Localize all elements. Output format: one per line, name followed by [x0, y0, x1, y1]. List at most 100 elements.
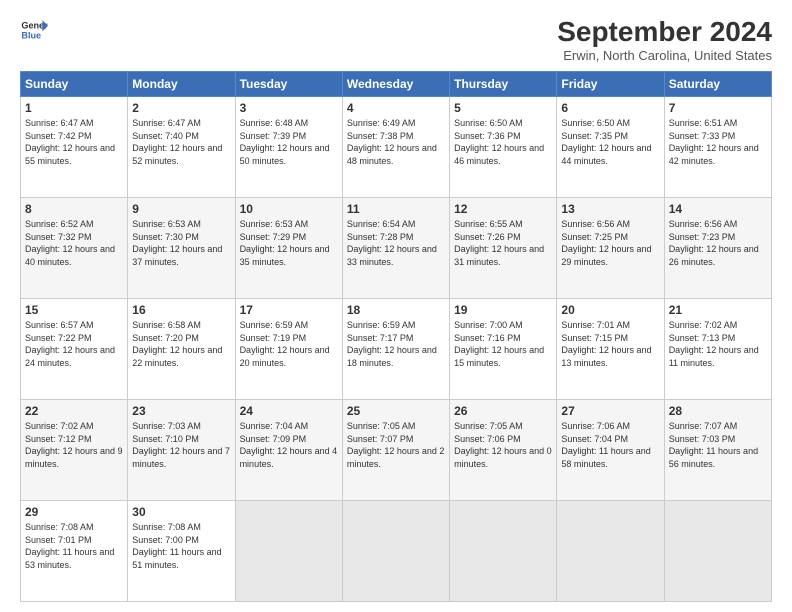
col-saturday: Saturday	[664, 72, 771, 97]
day-info: Sunrise: 6:50 AMSunset: 7:35 PMDaylight:…	[561, 117, 659, 167]
calendar-week-row: 8Sunrise: 6:52 AMSunset: 7:32 PMDaylight…	[21, 198, 772, 299]
day-info: Sunrise: 7:03 AMSunset: 7:10 PMDaylight:…	[132, 420, 230, 470]
day-info: Sunrise: 7:02 AMSunset: 7:13 PMDaylight:…	[669, 319, 767, 369]
day-info: Sunrise: 6:55 AMSunset: 7:26 PMDaylight:…	[454, 218, 552, 268]
day-number: 29	[25, 505, 123, 519]
day-info: Sunrise: 7:01 AMSunset: 7:15 PMDaylight:…	[561, 319, 659, 369]
day-number: 30	[132, 505, 230, 519]
table-row: 9Sunrise: 6:53 AMSunset: 7:30 PMDaylight…	[128, 198, 235, 299]
day-number: 27	[561, 404, 659, 418]
col-tuesday: Tuesday	[235, 72, 342, 97]
table-row: 29 Sunrise: 7:08 AMSunset: 7:01 PMDayligh…	[21, 501, 128, 602]
table-row: 21 Sunrise: 7:02 AMSunset: 7:13 PMDayligh…	[664, 299, 771, 400]
col-friday: Friday	[557, 72, 664, 97]
day-info: Sunrise: 7:07 AMSunset: 7:03 PMDaylight:…	[669, 420, 767, 470]
day-info: Sunrise: 6:56 AMSunset: 7:23 PMDaylight:…	[669, 218, 767, 268]
day-info: Sunrise: 6:53 AMSunset: 7:29 PMDaylight:…	[240, 218, 338, 268]
calendar-header-row: Sunday Monday Tuesday Wednesday Thursday…	[21, 72, 772, 97]
table-row: 2 Sunrise: 6:47 AMSunset: 7:40 PMDaylight…	[128, 97, 235, 198]
day-number: 5	[454, 101, 552, 115]
table-row: 13 Sunrise: 6:56 AMSunset: 7:25 PMDayligh…	[557, 198, 664, 299]
calendar-week-row: 15 Sunrise: 6:57 AMSunset: 7:22 PMDayligh…	[21, 299, 772, 400]
table-row	[450, 501, 557, 602]
table-row	[664, 501, 771, 602]
day-info: Sunrise: 6:51 AMSunset: 7:33 PMDaylight:…	[669, 117, 767, 167]
day-number: 26	[454, 404, 552, 418]
day-info: Sunrise: 6:57 AMSunset: 7:22 PMDaylight:…	[25, 319, 123, 369]
day-info: Sunrise: 6:58 AMSunset: 7:20 PMDaylight:…	[132, 319, 230, 369]
table-row: 17Sunrise: 6:59 AMSunset: 7:19 PMDayligh…	[235, 299, 342, 400]
col-wednesday: Wednesday	[342, 72, 449, 97]
day-number: 28	[669, 404, 767, 418]
day-number: 10	[240, 202, 338, 216]
day-number: 6	[561, 101, 659, 115]
day-number: 21	[669, 303, 767, 317]
table-row: 5 Sunrise: 6:50 AMSunset: 7:36 PMDaylight…	[450, 97, 557, 198]
day-info: Sunrise: 6:54 AMSunset: 7:28 PMDaylight:…	[347, 218, 445, 268]
day-info: Sunrise: 6:59 AMSunset: 7:19 PMDaylight:…	[240, 319, 338, 369]
day-info: Sunrise: 7:05 AMSunset: 7:06 PMDaylight:…	[454, 420, 552, 470]
day-info: Sunrise: 6:50 AMSunset: 7:36 PMDaylight:…	[454, 117, 552, 167]
calendar: Sunday Monday Tuesday Wednesday Thursday…	[20, 71, 772, 602]
day-info: Sunrise: 6:48 AMSunset: 7:39 PMDaylight:…	[240, 117, 338, 167]
table-row	[235, 501, 342, 602]
day-info: Sunrise: 6:47 AMSunset: 7:42 PMDaylight:…	[25, 117, 123, 167]
col-sunday: Sunday	[21, 72, 128, 97]
day-number: 19	[454, 303, 552, 317]
day-info: Sunrise: 6:49 AMSunset: 7:38 PMDaylight:…	[347, 117, 445, 167]
page: General Blue September 2024 Erwin, North…	[0, 0, 792, 612]
day-number: 24	[240, 404, 338, 418]
table-row: 15 Sunrise: 6:57 AMSunset: 7:22 PMDayligh…	[21, 299, 128, 400]
day-info: Sunrise: 6:47 AMSunset: 7:40 PMDaylight:…	[132, 117, 230, 167]
table-row: 6 Sunrise: 6:50 AMSunset: 7:35 PMDaylight…	[557, 97, 664, 198]
day-number: 1	[25, 101, 123, 115]
day-info: Sunrise: 7:06 AMSunset: 7:04 PMDaylight:…	[561, 420, 659, 470]
day-number: 12	[454, 202, 552, 216]
table-row: 1 Sunrise: 6:47 AMSunset: 7:42 PMDaylight…	[21, 97, 128, 198]
day-number: 22	[25, 404, 123, 418]
day-number: 3	[240, 101, 338, 115]
day-info: Sunrise: 7:04 AMSunset: 7:09 PMDaylight:…	[240, 420, 338, 470]
svg-text:Blue: Blue	[21, 30, 41, 40]
table-row: 26 Sunrise: 7:05 AMSunset: 7:06 PMDayligh…	[450, 400, 557, 501]
table-row: 24 Sunrise: 7:04 AMSunset: 7:09 PMDayligh…	[235, 400, 342, 501]
logo: General Blue	[20, 16, 48, 44]
calendar-week-row: 1 Sunrise: 6:47 AMSunset: 7:42 PMDaylight…	[21, 97, 772, 198]
table-row: 14Sunrise: 6:56 AMSunset: 7:23 PMDayligh…	[664, 198, 771, 299]
location: Erwin, North Carolina, United States	[557, 48, 772, 63]
calendar-week-row: 22 Sunrise: 7:02 AMSunset: 7:12 PMDayligh…	[21, 400, 772, 501]
day-info: Sunrise: 6:56 AMSunset: 7:25 PMDaylight:…	[561, 218, 659, 268]
day-number: 25	[347, 404, 445, 418]
day-number: 7	[669, 101, 767, 115]
table-row: 16 Sunrise: 6:58 AMSunset: 7:20 PMDayligh…	[128, 299, 235, 400]
table-row	[557, 501, 664, 602]
day-number: 18	[347, 303, 445, 317]
day-info: Sunrise: 6:59 AMSunset: 7:17 PMDaylight:…	[347, 319, 445, 369]
table-row: 7 Sunrise: 6:51 AMSunset: 7:33 PMDaylight…	[664, 97, 771, 198]
calendar-week-row: 29 Sunrise: 7:08 AMSunset: 7:01 PMDayligh…	[21, 501, 772, 602]
table-row: 27 Sunrise: 7:06 AMSunset: 7:04 PMDayligh…	[557, 400, 664, 501]
col-thursday: Thursday	[450, 72, 557, 97]
table-row: 11 Sunrise: 6:54 AMSunset: 7:28 PMDayligh…	[342, 198, 449, 299]
day-number: 16	[132, 303, 230, 317]
table-row: 19Sunrise: 7:00 AMSunset: 7:16 PMDayligh…	[450, 299, 557, 400]
header: General Blue September 2024 Erwin, North…	[20, 16, 772, 63]
day-info: Sunrise: 6:52 AMSunset: 7:32 PMDaylight:…	[25, 218, 123, 268]
table-row: 25 Sunrise: 7:05 AMSunset: 7:07 PMDayligh…	[342, 400, 449, 501]
table-row: 4 Sunrise: 6:49 AMSunset: 7:38 PMDaylight…	[342, 97, 449, 198]
day-number: 4	[347, 101, 445, 115]
day-info: Sunrise: 7:08 AMSunset: 7:01 PMDaylight:…	[25, 521, 123, 571]
col-monday: Monday	[128, 72, 235, 97]
day-number: 13	[561, 202, 659, 216]
day-info: Sunrise: 7:05 AMSunset: 7:07 PMDaylight:…	[347, 420, 445, 470]
table-row: 3 Sunrise: 6:48 AMSunset: 7:39 PMDaylight…	[235, 97, 342, 198]
day-info: Sunrise: 7:02 AMSunset: 7:12 PMDaylight:…	[25, 420, 123, 470]
day-number: 23	[132, 404, 230, 418]
day-info: Sunrise: 6:53 AMSunset: 7:30 PMDaylight:…	[132, 218, 230, 268]
day-number: 20	[561, 303, 659, 317]
day-number: 15	[25, 303, 123, 317]
day-number: 2	[132, 101, 230, 115]
day-number: 11	[347, 202, 445, 216]
day-info: Sunrise: 7:08 AMSunset: 7:00 PMDaylight:…	[132, 521, 230, 571]
month-title: September 2024	[557, 16, 772, 48]
